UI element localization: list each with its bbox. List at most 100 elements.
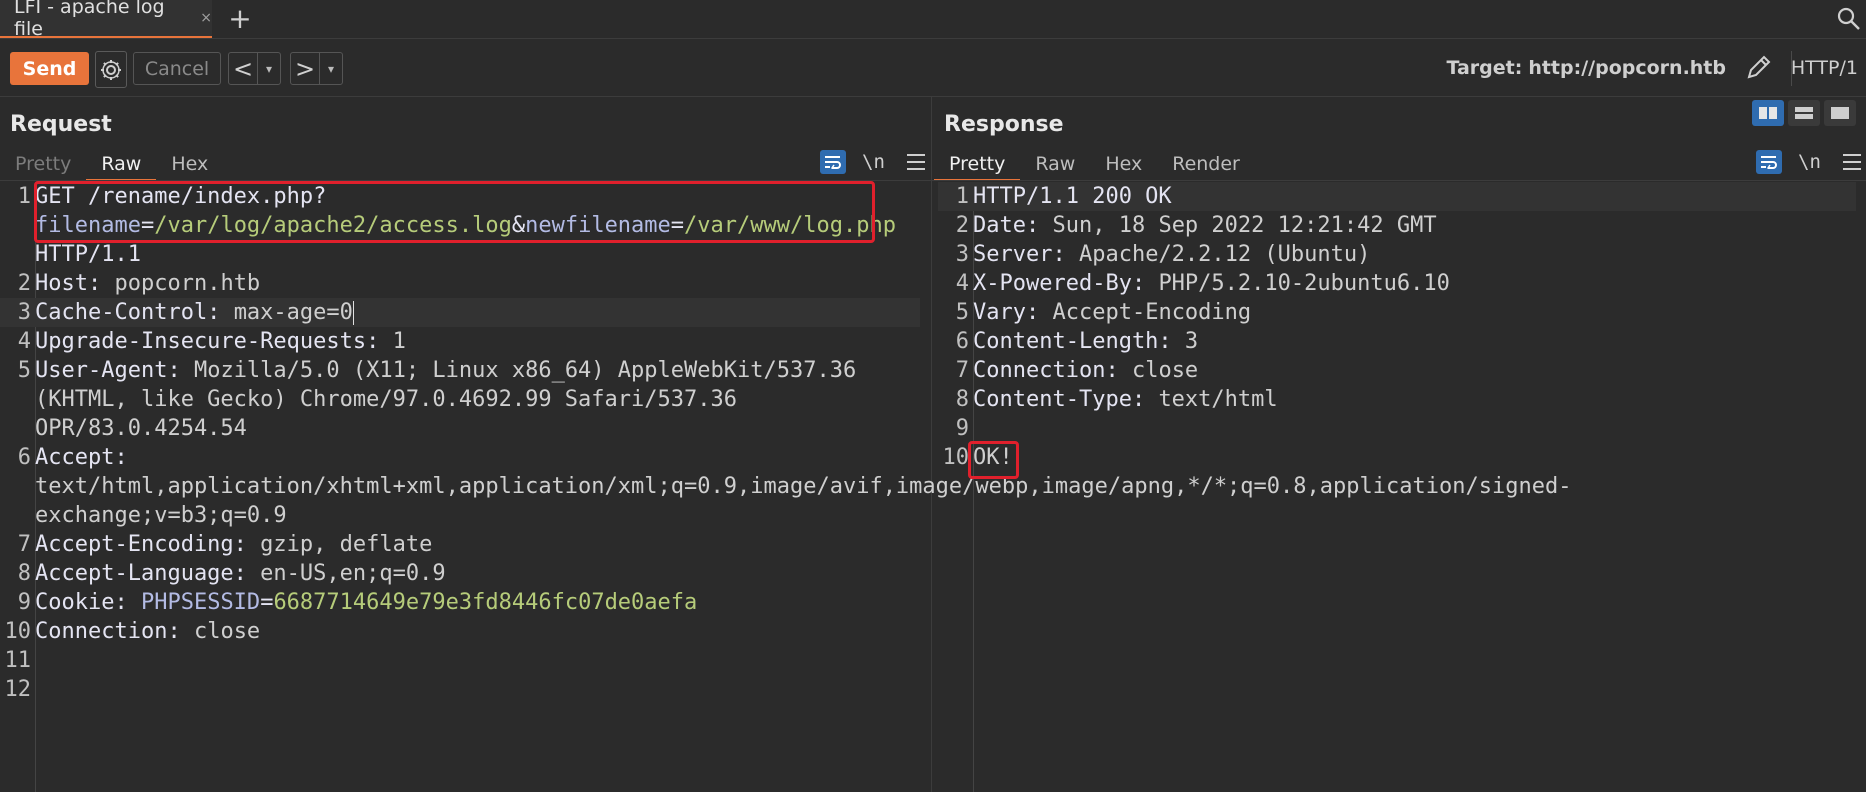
request-line: 4 Upgrade-Insecure-Requests: 1: [0, 327, 920, 356]
line-number: 11: [4, 648, 32, 673]
token: close: [1131, 358, 1199, 383]
request-line: 5 User-Agent: Mozilla/5.0 (X11; Linux x86…: [0, 356, 920, 443]
token: Sun, 18 Sep 2022 12:21:42 GMT: [1052, 213, 1437, 238]
stacked-layout-icon[interactable]: [1788, 100, 1820, 126]
response-tab-underline: [932, 180, 1866, 181]
line-content: Vary: Accept-Encoding: [973, 298, 1856, 327]
line-number: 8: [17, 561, 31, 586]
back-history-dropdown[interactable]: ▾: [257, 53, 280, 84]
response-view-tabs: Pretty Raw Hex Render: [934, 148, 1255, 181]
line-number: 6: [955, 329, 969, 354]
response-line: 5 Vary: Accept-Encoding: [938, 298, 1856, 327]
request-editor-controls: \n: [820, 148, 925, 176]
response-word-wrap-toggle-icon[interactable]: [1756, 150, 1782, 174]
send-button[interactable]: Send: [10, 52, 89, 85]
token: Accept-Encoding:: [35, 532, 261, 557]
line-number: 2: [17, 271, 31, 296]
token: text/html: [1158, 387, 1278, 412]
token: PHPSESSID: [140, 590, 261, 615]
forward-button[interactable]: >: [291, 53, 319, 84]
edit-target-pencil-icon[interactable]: [1744, 54, 1774, 82]
token: Cookie:: [35, 590, 141, 615]
response-line: 8 Content-Type: text/html: [938, 385, 1856, 414]
side-by-side-layout-icon[interactable]: [1752, 100, 1784, 126]
response-editor-controls: \n: [1756, 148, 1861, 176]
line-content: [35, 675, 920, 704]
search-icon[interactable]: [1836, 6, 1866, 32]
line-content: Date: Sun, 18 Sep 2022 12:21:42 GMT: [973, 211, 1856, 240]
response-tab-raw[interactable]: Raw: [1020, 148, 1090, 179]
request-line: 3 Cache-Control: max-age=0: [0, 298, 920, 327]
line-content: [35, 646, 920, 675]
line-content: HTTP/1.1 200 OK: [973, 182, 1856, 211]
line-content: Host: popcorn.htb: [35, 269, 920, 298]
request-line: 11: [0, 646, 920, 675]
line-number: 4: [955, 271, 969, 296]
single-pane-layout-icon[interactable]: [1824, 100, 1856, 126]
response-editor[interactable]: 1 HTTP/1.1 200 OK 2 Date: Sun, 18 Sep 2022 …: [938, 182, 1856, 792]
forward-button-group: > ▾: [290, 52, 343, 85]
response-options-menu-icon[interactable]: [1842, 154, 1861, 170]
token: Host:: [35, 271, 115, 296]
request-line: 6 Accept: text/html,application/xhtml+xml…: [0, 443, 1572, 530]
request-tab-hex[interactable]: Hex: [156, 148, 223, 179]
line-number: 7: [17, 532, 31, 557]
request-options-menu-icon[interactable]: [906, 154, 925, 170]
text-cursor: [352, 301, 354, 325]
token: Accept-Language:: [35, 561, 261, 586]
request-panel-title: Request: [10, 112, 112, 137]
response-tab-hex[interactable]: Hex: [1090, 148, 1157, 179]
word-wrap-toggle-icon[interactable]: [820, 150, 846, 174]
response-line: 10 OK!: [938, 443, 1856, 472]
line-number: 6: [17, 445, 31, 470]
token: Apache/2.2.12 (Ubuntu): [1078, 242, 1371, 267]
line-content: X-Powered-By: PHP/5.2.10-2ubuntu6.10: [973, 269, 1856, 298]
line-number: 2: [955, 213, 969, 238]
token: Connection:: [973, 358, 1132, 383]
line-number: 5: [17, 358, 31, 383]
token: =: [260, 590, 274, 615]
line-number: 3: [955, 242, 969, 267]
request-line: 12: [0, 675, 920, 704]
token: close: [193, 619, 261, 644]
forward-history-dropdown[interactable]: ▾: [319, 53, 342, 84]
tab-bar: LFI - apache log file × +: [0, 0, 1866, 40]
tab-lfi-apache-log[interactable]: LFI - apache log file ×: [0, 0, 212, 40]
token: User-Agent:: [35, 358, 194, 383]
request-line: 9 Cookie: PHPSESSID=6687714649e79e3fd8446…: [0, 588, 920, 617]
response-line: 6 Content-Length: 3: [938, 327, 1856, 356]
new-tab-button[interactable]: +: [226, 4, 254, 34]
token: gzip, deflate: [260, 532, 433, 557]
line-content: Server: Apache/2.2.12 (Ubuntu): [973, 240, 1856, 269]
request-tab-raw[interactable]: Raw: [86, 148, 157, 181]
close-tab-icon[interactable]: ×: [200, 10, 212, 26]
token: Accept:: [35, 445, 141, 470]
request-tab-pretty[interactable]: Pretty: [0, 148, 86, 179]
request-line: 10 Connection: close: [0, 617, 920, 646]
response-line: 4 X-Powered-By: PHP/5.2.10-2ubuntu6.10: [938, 269, 1856, 298]
line-content: Upgrade-Insecure-Requests: 1: [35, 327, 920, 356]
http-version-selector[interactable]: HTTP/1: [1791, 39, 1858, 96]
response-tab-render[interactable]: Render: [1157, 148, 1255, 179]
token: Vary:: [973, 300, 1053, 325]
request-editor[interactable]: 1 GET /rename/index.php?filename=/var/log…: [0, 182, 1572, 792]
tab-title: LFI - apache log file: [14, 0, 165, 40]
line-number: 7: [955, 358, 969, 383]
line-number: 5: [955, 300, 969, 325]
token: Content-Length:: [973, 329, 1185, 354]
token: Cache-Control:: [35, 300, 234, 325]
line-number: 1: [955, 184, 969, 209]
back-button-group: < ▾: [228, 52, 281, 85]
token: Date:: [973, 213, 1053, 238]
response-show-newlines-toggle[interactable]: \n: [1798, 151, 1821, 173]
token: en-US,en;q=0.9: [260, 561, 446, 586]
token: PHP/5.2.10-2ubuntu6.10: [1158, 271, 1450, 296]
response-line: 7 Connection: close: [938, 356, 1856, 385]
show-newlines-toggle[interactable]: \n: [862, 151, 885, 173]
back-button[interactable]: <: [229, 53, 257, 84]
request-line: 2 Host: popcorn.htb: [0, 269, 920, 298]
response-tab-pretty[interactable]: Pretty: [934, 148, 1021, 181]
settings-gear-icon[interactable]: [95, 51, 127, 88]
cancel-button[interactable]: Cancel: [133, 52, 221, 85]
layout-toggle-group: [1752, 100, 1856, 126]
